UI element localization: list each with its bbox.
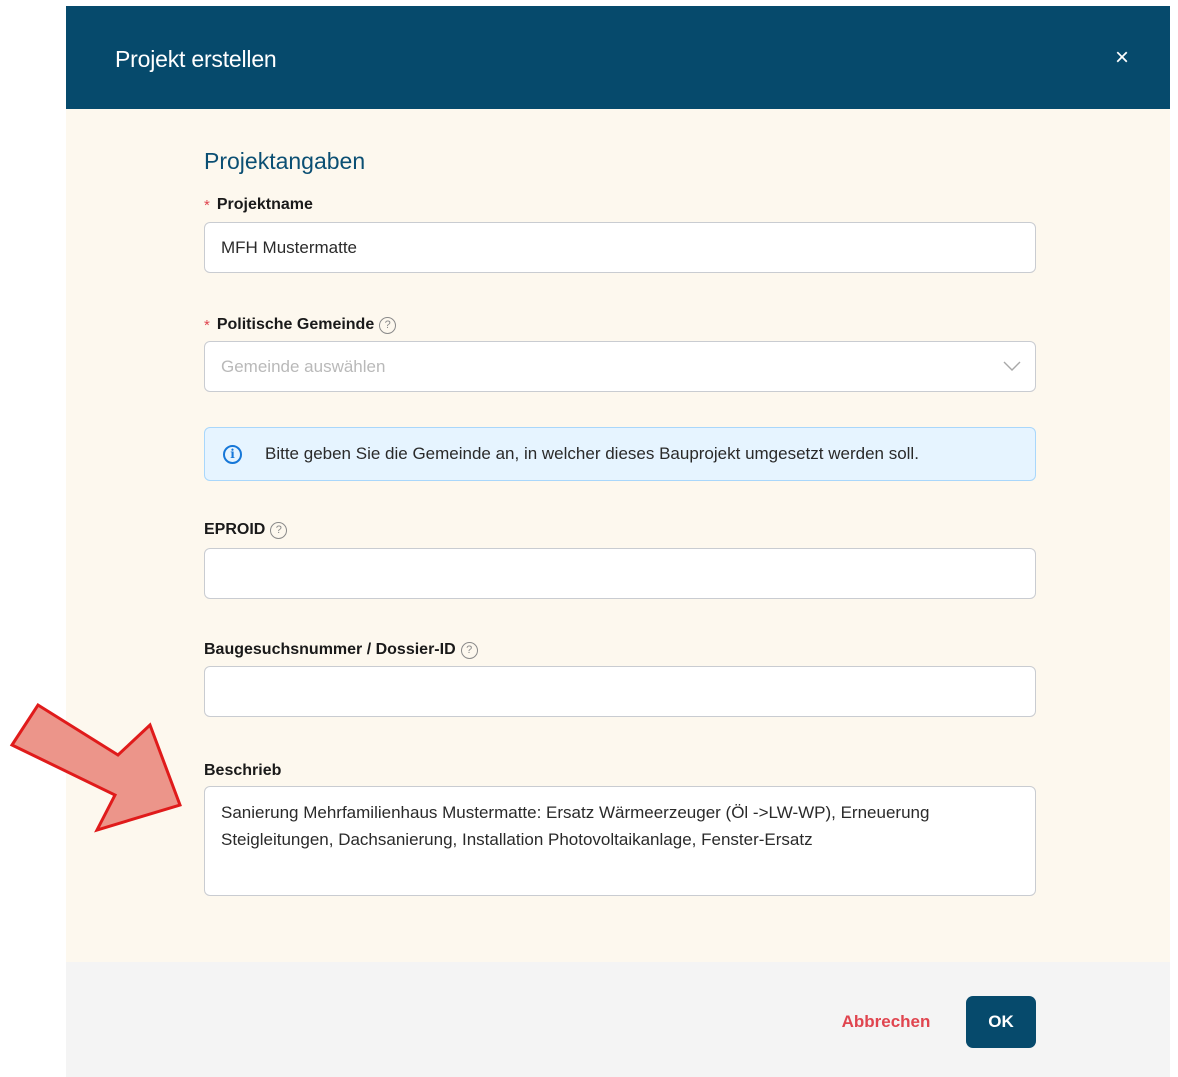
dialog-footer: Abbrechen OK [66, 962, 1170, 1077]
beschrieb-textarea[interactable]: Sanierung Mehrfamilienhaus Mustermatte: … [204, 786, 1036, 896]
dialog-header: Projekt erstellen × [66, 6, 1170, 109]
eproid-label: EPROID ? [204, 521, 288, 539]
gemeinde-label: * Politische Gemeinde ? [204, 316, 397, 334]
close-icon[interactable]: × [1110, 46, 1134, 70]
section-title: Projektangaben [204, 148, 366, 174]
gemeinde-placeholder: Gemeinde auswählen [221, 356, 386, 376]
eproid-label-text: EPROID [204, 521, 266, 538]
gemeinde-select[interactable]: Gemeinde auswählen [204, 341, 1036, 392]
eproid-input[interactable] [204, 548, 1036, 599]
projektname-label: * Projektname [204, 196, 313, 214]
baugesuch-label: Baugesuchsnummer / Dossier-ID ? [204, 641, 478, 659]
gemeinde-label-text: Politische Gemeinde [216, 316, 375, 333]
help-icon[interactable]: ? [460, 641, 478, 659]
baugesuch-input[interactable] [204, 666, 1036, 717]
beschrieb-label-text: Beschrieb [204, 762, 282, 779]
baugesuch-label-text: Baugesuchsnummer / Dossier-ID [204, 641, 456, 658]
info-icon: i [223, 444, 242, 464]
ok-button[interactable]: OK [966, 996, 1036, 1048]
beschrieb-label: Beschrieb [204, 762, 281, 780]
projektname-label-text: Projektname [216, 196, 313, 213]
help-icon[interactable]: ? [270, 521, 288, 539]
info-alert: i Bitte geben Sie die Gemeinde an, in we… [204, 427, 1036, 481]
info-text: Bitte geben Sie die Gemeinde an, in welc… [265, 444, 919, 463]
required-marker: * [204, 316, 210, 334]
dialog-title: Projekt erstellen [115, 46, 277, 72]
required-marker: * [204, 196, 210, 214]
projektname-value: MFH Mustermatte [221, 237, 358, 257]
cancel-button[interactable]: Abbrechen [826, 996, 946, 1048]
annotation-arrow-icon [9, 702, 182, 833]
projektname-input[interactable]: MFH Mustermatte [204, 222, 1036, 273]
chevron-down-icon [1003, 361, 1021, 371]
create-project-dialog: Projekt erstellen × Projektangaben * Pro… [66, 6, 1170, 1077]
help-icon[interactable]: ? [379, 316, 397, 334]
